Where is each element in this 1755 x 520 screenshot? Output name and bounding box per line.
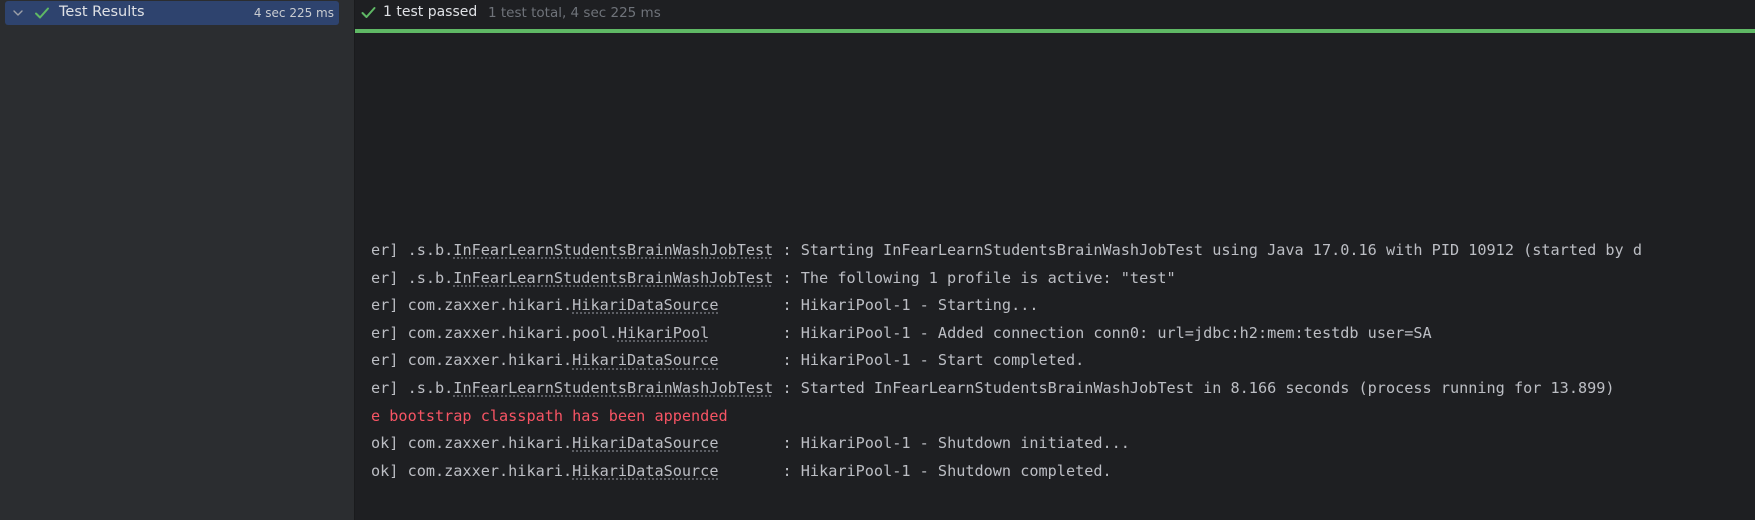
console-log-line: ok] com.zaxxer.hikari.HikariDataSource :… (371, 430, 1755, 458)
test-tree-panel: Test Results 4 sec 225 ms (0, 0, 354, 520)
log-line-message: : HikariPool-1 - Shutdown completed. (718, 461, 1112, 480)
log-line-prefix: ok] com.zaxxer.hikari. (371, 461, 573, 480)
log-line-message: : HikariPool-1 - Starting... (718, 296, 1039, 315)
chevron-down-icon[interactable] (10, 5, 26, 21)
log-line-class-link[interactable]: HikariDataSource (572, 351, 718, 369)
test-passed-check-icon (33, 4, 51, 22)
console-panel: 1 test passed 1 test total, 4 sec 225 ms… (355, 0, 1755, 520)
log-line-prefix: e bootstrap classpath has been appended (371, 406, 728, 425)
console-log-line: er] com.zaxxer.hikari.pool.HikariPool : … (371, 320, 1755, 348)
console-error-line: e bootstrap classpath has been appended (371, 403, 1755, 431)
log-line-message: : HikariPool-1 - Added connection conn0:… (709, 323, 1432, 342)
test-status-bar: 1 test passed 1 test total, 4 sec 225 ms (355, 0, 1755, 29)
status-passed-check-icon (360, 4, 377, 21)
tests-total-label: 1 test total, 4 sec 225 ms (488, 5, 661, 21)
log-line-class-link[interactable]: InFearLearnStudentsBrainWashJobTest (453, 269, 773, 287)
log-line-message: : The following 1 profile is active: "te… (773, 268, 1176, 287)
log-line-prefix: er] .s.b. (371, 241, 454, 259)
console-log-output[interactable]: er] .s.b.InFearLearnStudentsBrainWashJob… (371, 237, 1755, 485)
log-line-message: : Starting InFearLearnStudentsBrainWashJ… (773, 241, 1642, 259)
log-line-class-link[interactable]: InFearLearnStudentsBrainWashJobTest (453, 379, 773, 397)
test-tree-root-label: Test Results (59, 4, 145, 20)
test-tree-root-duration: 4 sec 225 ms (253, 6, 334, 20)
console-log-line: er] com.zaxxer.hikari.HikariDataSource :… (371, 347, 1755, 375)
test-progress-fill (355, 29, 1755, 33)
log-line-class-link[interactable]: HikariDataSource (572, 296, 718, 314)
test-tree-root-row[interactable]: Test Results 4 sec 225 ms (5, 1, 339, 25)
log-line-message: : HikariPool-1 - Start completed. (718, 351, 1085, 370)
log-line-message: : HikariPool-1 - Shutdown initiated... (718, 434, 1130, 453)
console-log-line: er] .s.b.InFearLearnStudentsBrainWashJob… (371, 265, 1755, 293)
log-line-prefix: er] com.zaxxer.hikari.pool. (371, 323, 618, 342)
test-progress-bar (355, 29, 1755, 33)
test-runner-window: Test Results 4 sec 225 ms 1 test passed … (0, 0, 1755, 520)
console-log-line: er] .s.b.InFearLearnStudentsBrainWashJob… (371, 375, 1755, 403)
log-line-prefix: ok] com.zaxxer.hikari. (371, 434, 573, 453)
console-log-line: er] .s.b.InFearLearnStudentsBrainWashJob… (371, 237, 1755, 265)
log-line-prefix: er] .s.b. (371, 378, 454, 397)
log-line-class-link[interactable]: InFearLearnStudentsBrainWashJobTest (453, 241, 773, 259)
console-log-line: er] com.zaxxer.hikari.HikariDataSource :… (371, 292, 1755, 320)
log-line-prefix: er] .s.b. (371, 268, 454, 287)
log-line-class-link[interactable]: HikariDataSource (572, 462, 718, 480)
console-log-line: ok] com.zaxxer.hikari.HikariDataSource :… (371, 458, 1755, 486)
log-line-message: : Started InFearLearnStudentsBrainWashJo… (773, 378, 1615, 397)
log-line-prefix: er] com.zaxxer.hikari. (371, 351, 573, 370)
log-line-class-link[interactable]: HikariPool (618, 324, 709, 342)
log-line-class-link[interactable]: HikariDataSource (572, 434, 718, 452)
log-line-prefix: er] com.zaxxer.hikari. (371, 296, 573, 315)
tests-passed-label: 1 test passed (383, 4, 478, 20)
